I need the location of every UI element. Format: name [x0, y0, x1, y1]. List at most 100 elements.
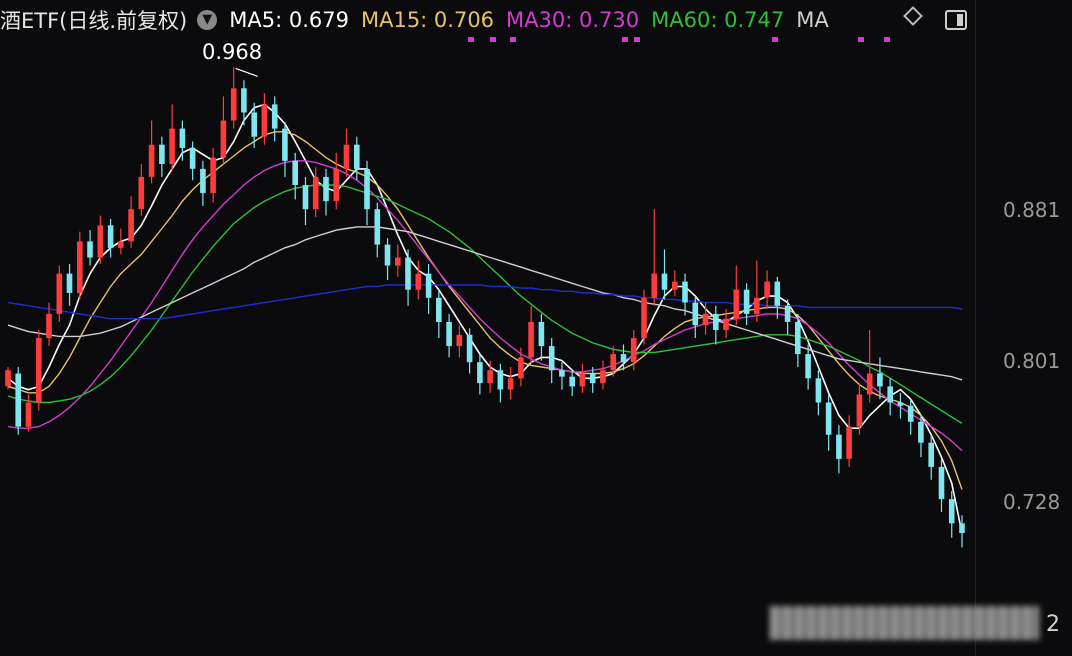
candle [477, 354, 483, 395]
candle-body [343, 144, 350, 169]
candle-body [600, 370, 606, 384]
candle-body [959, 523, 965, 533]
candle [928, 434, 934, 480]
candle-body [887, 386, 893, 403]
candle-body [446, 321, 452, 347]
candle-body [569, 376, 575, 387]
candle-body [784, 305, 791, 322]
candle-body [77, 241, 83, 293]
candle-body [323, 176, 329, 202]
candle [661, 249, 668, 300]
candle-body [118, 241, 124, 248]
candle-body [938, 466, 945, 500]
candle [292, 152, 298, 200]
candle-body [46, 313, 52, 339]
candle-body [425, 273, 432, 298]
candle [569, 370, 575, 397]
candle [436, 289, 442, 339]
candle-body [148, 144, 155, 177]
candle [405, 249, 411, 306]
candle-body [384, 244, 391, 266]
candle [805, 344, 811, 390]
legend-marker [468, 37, 474, 42]
candle-body [364, 168, 370, 210]
candle-body [466, 334, 473, 363]
candle-body [169, 128, 175, 164]
candle [651, 209, 657, 306]
candle-body [97, 225, 104, 258]
candle [897, 392, 904, 419]
candle [425, 263, 432, 314]
candle-body [682, 281, 688, 303]
candle [333, 152, 339, 210]
candle-body [507, 378, 514, 390]
candle [528, 305, 534, 364]
candle-body [220, 120, 227, 158]
candle [466, 328, 473, 374]
candle-body [866, 373, 873, 395]
candle-body [200, 168, 206, 194]
candle-body [487, 370, 493, 384]
candle-body [538, 321, 545, 347]
candle [364, 160, 370, 226]
candle-body [579, 373, 586, 387]
y-tick-label: 0.881 [1003, 198, 1061, 222]
chevron-down-icon[interactable]: ▼ [197, 10, 218, 30]
candle-body [846, 426, 852, 459]
candle-body [836, 434, 842, 459]
candle [15, 367, 21, 435]
candle [507, 367, 514, 400]
candle [907, 399, 914, 435]
candle-body [261, 104, 268, 137]
candle-body [66, 273, 73, 293]
candle-body [641, 297, 647, 339]
candle-body [620, 354, 627, 363]
candle [384, 238, 391, 281]
candle-body [713, 313, 719, 330]
panel-toggle-icon[interactable] [945, 10, 967, 30]
candle [210, 147, 216, 203]
candle [518, 347, 524, 387]
candle [87, 230, 93, 266]
candle [600, 360, 606, 390]
candle-body [651, 273, 657, 298]
ma15-line [7, 131, 963, 490]
candle-body [128, 209, 134, 242]
candle-body [405, 257, 411, 290]
candle-body [251, 112, 257, 137]
candle-body [518, 357, 524, 379]
candle-body [25, 402, 32, 427]
candle [682, 273, 688, 316]
y-tick-label: 0.728 [1003, 490, 1061, 514]
candle-body [528, 321, 534, 358]
ma-more-legend: MA [796, 8, 829, 32]
candle-body [87, 241, 93, 258]
candle [825, 394, 832, 451]
candle [846, 415, 852, 467]
candle [415, 260, 422, 300]
candle-body [354, 144, 360, 169]
chart-title: 酒ETF(日线.前复权) [0, 9, 188, 33]
candle [548, 338, 555, 384]
candle [877, 357, 883, 400]
candle [36, 329, 42, 411]
candle [302, 176, 309, 226]
candle [148, 120, 155, 184]
candle-body [764, 281, 770, 298]
candle [138, 164, 145, 216]
candle [836, 425, 842, 474]
candle-body [918, 421, 924, 443]
candle [395, 244, 401, 277]
candle [538, 313, 545, 361]
chart-header: 酒ETF(日线.前复权) ▼ MA5: 0.679 MA15: 0.706 MA… [0, 4, 841, 36]
candle [159, 136, 165, 177]
candle [77, 231, 83, 300]
candle [754, 260, 760, 322]
peak-label: 0.968 [202, 40, 263, 64]
legend-marker [490, 37, 496, 42]
candle-body [743, 289, 750, 314]
candle-body [374, 209, 381, 245]
candle [56, 265, 63, 322]
candle-body [815, 378, 822, 403]
candle [733, 265, 740, 326]
